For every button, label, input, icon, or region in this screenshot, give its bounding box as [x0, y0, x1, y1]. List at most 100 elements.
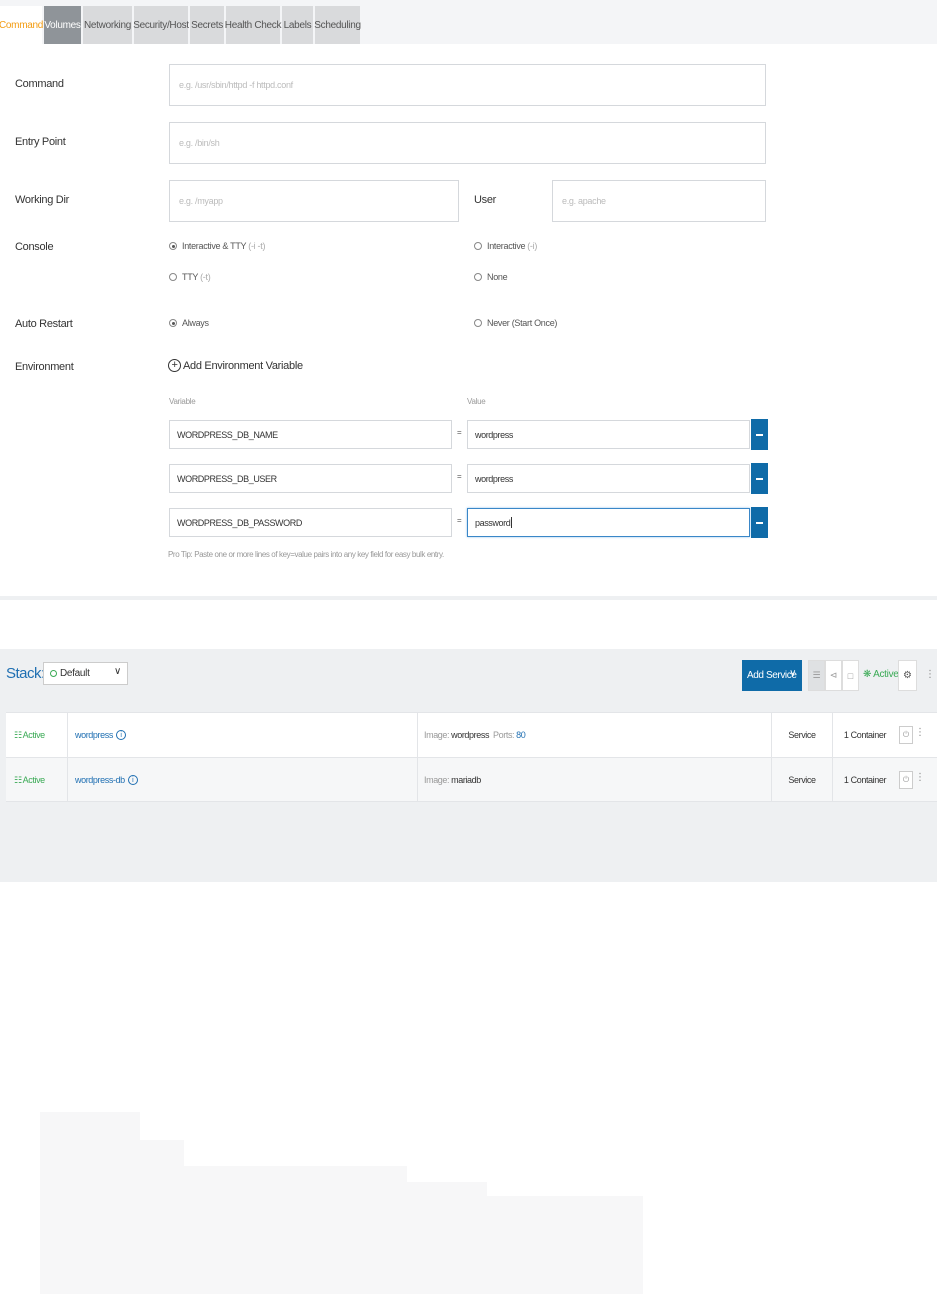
radio-icon [474, 319, 482, 327]
status-text: Active [22, 775, 46, 785]
stack-selected-value: Default [60, 668, 90, 679]
environment-label: Environment [15, 361, 74, 373]
radio-label: None [487, 272, 508, 282]
status-text: Active [22, 730, 46, 740]
service-kind: Service [771, 713, 832, 757]
remove-env-button[interactable] [751, 507, 768, 538]
minus-icon [756, 521, 763, 524]
service-image: Image: mariadb [417, 758, 771, 802]
remove-env-button[interactable] [751, 419, 768, 450]
service-status: ☷ Active [14, 758, 45, 802]
text-caret [511, 517, 513, 528]
service-name-text: wordpress-db [75, 775, 125, 785]
console-option-none[interactable]: None [474, 272, 508, 282]
entrypoint-input[interactable]: e.g. /bin/sh [169, 122, 766, 164]
stack-state-label: Active [873, 669, 899, 680]
tab-health-check[interactable]: Health Check [225, 6, 282, 44]
compose-file-icon[interactable]: □ [842, 660, 859, 691]
service-status: ☷ Active [14, 713, 45, 757]
radio-icon [169, 273, 177, 281]
add-environment-variable-button[interactable]: + Add Environment Variable [168, 359, 303, 372]
radio-icon [474, 273, 482, 281]
ports-link[interactable]: 80 [516, 730, 526, 740]
image-value: mariadb [451, 775, 481, 785]
command-input[interactable]: e.g. /usr/sbin/httpd -f httpd.conf [169, 64, 766, 106]
tab-labels[interactable]: Labels [282, 6, 313, 44]
radio-label: Never (Start Once) [487, 318, 558, 328]
radio-label: TTY [182, 272, 199, 282]
list-view-icon[interactable]: ☰ [808, 660, 825, 691]
tab-scheduling[interactable]: Scheduling [314, 6, 361, 44]
console-label: Console [15, 241, 54, 253]
console-option-interactive-tty[interactable]: Interactive & TTY (-i -t) [169, 241, 265, 251]
protip-text: Pro Tip: Paste one or more lines of key=… [168, 550, 444, 559]
workdir-label: Working Dir [15, 194, 69, 206]
service-containers: 1 Container [832, 713, 897, 757]
chevron-down-icon: ∨ [113, 666, 121, 677]
remove-env-button[interactable] [751, 463, 768, 494]
table-row: ☷ Active wordpress-db i Image: mariadb Ser… [6, 757, 937, 802]
tab-networking[interactable]: Networking [83, 6, 132, 44]
radio-label: Always [182, 318, 209, 328]
variable-column-head: Variable [169, 397, 196, 406]
env-value-input[interactable]: wordpress [467, 420, 750, 449]
table-row: ☷ Active wordpress i Image: wordpress Port… [6, 712, 937, 757]
radio-flag: (-i -t) [248, 241, 266, 251]
service-containers: 1 Container [832, 758, 897, 802]
status-dot-icon [50, 670, 57, 677]
restart-option-always[interactable]: Always [169, 318, 209, 328]
more-menu-icon[interactable]: ⋮ [915, 772, 925, 783]
radio-label: Interactive [487, 241, 526, 251]
env-value-text: password [475, 517, 511, 528]
tab-bar: Command Volumes Networking Security/Host… [0, 0, 937, 44]
more-menu-icon[interactable]: ⋮ [915, 727, 925, 738]
tab-command[interactable]: Command [0, 6, 43, 44]
tab-secrets[interactable]: Secrets [190, 6, 224, 44]
background-ghost [485, 1196, 643, 1294]
tab-security-host[interactable]: Security/Host [133, 6, 189, 44]
plus-circle-icon: + [168, 359, 181, 372]
image-value: wordpress [451, 730, 490, 740]
kind-text: Service [788, 775, 816, 785]
add-service-button[interactable]: Add Service ∨ [742, 660, 802, 691]
equals-sign: = [457, 516, 462, 525]
env-value-input-focused[interactable]: password [467, 508, 750, 537]
radio-checked-icon [169, 242, 177, 250]
background-ghost [405, 1182, 487, 1294]
service-name-text: wordpress [75, 730, 113, 740]
entrypoint-label: Entry Point [15, 136, 66, 148]
more-menu-icon[interactable]: ⋮ [925, 669, 935, 680]
status-icon: ☷ [14, 729, 22, 740]
status-icon: ☷ [14, 774, 22, 785]
env-key-input[interactable]: WORDPRESS_DB_NAME [169, 420, 452, 449]
service-name[interactable]: wordpress i [67, 713, 417, 757]
tab-volumes[interactable]: Volumes [44, 6, 81, 44]
power-icon[interactable]: ⏻ [899, 726, 913, 744]
restart-option-never[interactable]: Never (Start Once) [474, 318, 557, 328]
stack-panel: Stack: Default ∨ Add Service ∨ ☰ ⊲ □ ❋ A… [0, 649, 937, 882]
stack-select[interactable]: Default ∨ [43, 662, 128, 685]
radio-checked-icon [169, 319, 177, 327]
kind-text: Service [788, 730, 816, 740]
equals-sign: = [457, 428, 462, 437]
env-value-input[interactable]: wordpress [467, 464, 750, 493]
env-key-input[interactable]: WORDPRESS_DB_PASSWORD [169, 508, 452, 537]
state-icon: ❋ [863, 669, 872, 680]
gear-icon[interactable]: ⚙ [898, 660, 917, 691]
info-icon: i [127, 775, 138, 785]
graph-view-icon[interactable]: ⊲ [825, 660, 842, 691]
user-input[interactable]: e.g. apache [552, 180, 766, 222]
power-icon[interactable]: ⏻ [899, 771, 913, 789]
console-option-tty[interactable]: TTY (-t) [169, 272, 211, 282]
image-label: Image: [424, 730, 450, 740]
stack-state: ❋ Active [863, 669, 899, 680]
image-label: Image: [424, 775, 450, 785]
info-icon: i [115, 730, 126, 740]
radio-flag: (-t) [200, 272, 211, 282]
service-name[interactable]: wordpress-db i [67, 758, 417, 802]
chevron-down-icon: ∨ [789, 668, 796, 679]
radio-flag: (-i) [527, 241, 538, 251]
console-option-interactive[interactable]: Interactive (-i) [474, 241, 537, 251]
env-key-input[interactable]: WORDPRESS_DB_USER [169, 464, 452, 493]
workdir-input[interactable]: e.g. /myapp [169, 180, 459, 222]
